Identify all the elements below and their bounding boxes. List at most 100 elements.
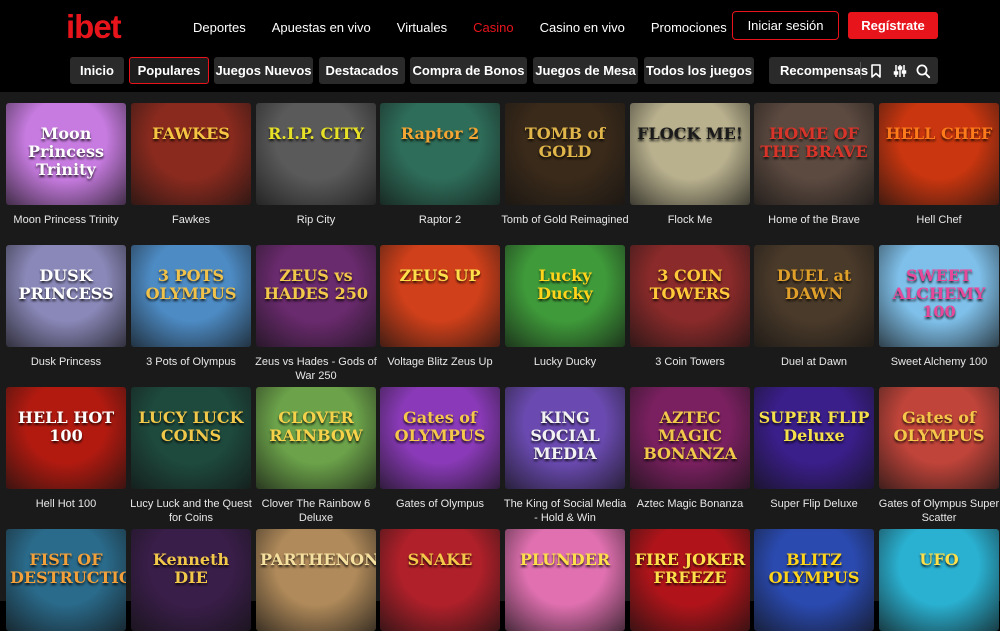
game-title[interactable]: Clover The Rainbow 6 Deluxe [252,497,380,525]
game-logo-text: Kenneth DIE [152,550,230,587]
game-logo-text: HELL CHEF [885,124,993,143]
filter-destacados[interactable]: Destacados [319,57,405,84]
game-title[interactable]: Sweet Alchemy 100 [875,355,1000,369]
game-logo-text: R.I.P. CITY [268,124,364,143]
game-title[interactable]: 3 Coin Towers [626,355,754,369]
game-thumbnail[interactable]: DUSK PRINCESS [6,245,126,347]
game-thumbnail[interactable]: UFO [879,529,999,631]
game-title[interactable]: Flock Me [626,213,754,227]
game-title[interactable]: Moon Princess Trinity [2,213,130,227]
game-title[interactable]: 3 Pots of Olympus [127,355,255,369]
filter-todos-los-juegos[interactable]: Todos los juegos [644,57,754,84]
game-thumbnail[interactable]: PARTHENON [256,529,376,631]
game-title[interactable]: Hell Hot 100 [2,497,130,511]
filter-compra-de-bonos[interactable]: Compra de Bonos [410,57,527,84]
game-logo-text: FIST OF DESTRUCTION [10,550,126,587]
game-logo-text: Gates of OLYMPUS [893,408,985,445]
nav-promociones[interactable]: Promociones [651,20,727,35]
game-title[interactable]: Home of the Brave [750,213,878,227]
game-title[interactable]: Zeus vs Hades - Gods of War 250 [252,355,380,383]
game-thumbnail[interactable]: HOME OF THE BRAVE [754,103,874,205]
game-logo-text: PARTHENON [260,550,376,569]
game-logo-text: Gates of OLYMPUS [394,408,486,445]
game-thumbnail[interactable]: SNAKE [380,529,500,631]
game-thumbnail[interactable]: Kenneth DIE [131,529,251,631]
game-logo-text: HOME OF THE BRAVE [760,124,868,161]
game-logo-text: AZTEC MAGIC BONANZA [643,408,737,463]
game-logo-text: BLITZ OLYMPUS [768,550,860,587]
game-thumbnail[interactable]: HELL CHEF [879,103,999,205]
game-thumbnail[interactable]: FIRE JOKER FREEZE [630,529,750,631]
game-thumbnail[interactable]: CLOVER RAINBOW [256,387,376,489]
register-button[interactable]: Regístrate [848,12,938,39]
login-button[interactable]: Iniciar sesión [732,11,839,40]
game-thumbnail[interactable]: AZTEC MAGIC BONANZA [630,387,750,489]
game-logo-text: FAWKES [152,124,230,143]
game-thumbnail[interactable]: R.I.P. CITY [256,103,376,205]
rewards-link[interactable]: Recompensas [780,57,868,84]
game-title[interactable]: Lucy Luck and the Quest for Coins [127,497,255,525]
game-logo-text: Lucky Ducky [537,266,593,303]
game-logo-text: SUPER FLIP Deluxe [758,408,870,445]
game-title[interactable]: Raptor 2 [376,213,504,227]
filter-populares[interactable]: Populares [129,57,209,84]
nav-casino-en-vivo[interactable]: Casino en vivo [540,20,625,35]
nav-deportes[interactable]: Deportes [193,20,246,35]
game-title[interactable]: Duel at Dawn [750,355,878,369]
game-thumbnail[interactable]: Moon Princess Trinity [6,103,126,205]
game-logo-text: KING SOCIAL MEDIA [530,408,600,463]
game-title[interactable]: Dusk Princess [2,355,130,369]
game-title[interactable]: Super Flip Deluxe [750,497,878,511]
game-thumbnail[interactable]: TOMB of GOLD [505,103,625,205]
game-thumbnail[interactable]: SUPER FLIP Deluxe [754,387,874,489]
game-thumbnail[interactable]: 3 COIN TOWERS [630,245,750,347]
bookmark-icon[interactable] [868,63,884,79]
game-thumbnail[interactable]: ZEUS UP [380,245,500,347]
game-thumbnail[interactable]: 3 POTS OLYMPUS [131,245,251,347]
game-title[interactable]: Hell Chef [875,213,1000,227]
game-title[interactable]: Tomb of Gold Reimagined [501,213,629,227]
ibet-logo[interactable]: ibet [66,8,122,46]
game-thumbnail[interactable]: Gates of OLYMPUS [879,387,999,489]
game-title[interactable]: The King of Social Media - Hold & Win [501,497,629,525]
game-logo-text: FIRE JOKER FREEZE [634,550,746,587]
game-thumbnail[interactable]: SWEET ALCHEMY 100 [879,245,999,347]
game-logo-text: TOMB of GOLD [524,124,606,161]
game-logo-text: ZEUS vs HADES 250 [263,266,369,303]
game-logo-text: PLUNDER [519,550,611,569]
game-logo-text: HELL HOT 100 [17,408,115,445]
sliders-icon[interactable] [892,63,908,79]
game-thumbnail[interactable]: ZEUS vs HADES 250 [256,245,376,347]
game-thumbnail[interactable]: Raptor 2 [380,103,500,205]
game-thumbnail[interactable]: PLUNDER [505,529,625,631]
game-logo-text: Raptor 2 [400,124,480,143]
game-thumbnail[interactable]: LUCY LUCK COINS [131,387,251,489]
game-thumbnail[interactable]: FLOCK ME! [630,103,750,205]
game-thumbnail[interactable]: Gates of OLYMPUS [380,387,500,489]
filter-inicio[interactable]: Inicio [70,57,124,84]
nav-casino[interactable]: Casino [473,20,513,35]
game-title[interactable]: Rip City [252,213,380,227]
search-icon[interactable] [915,63,931,79]
game-logo-text: UFO [919,550,959,569]
filter-juegos-de-mesa[interactable]: Juegos de Mesa [533,57,638,84]
game-thumbnail[interactable]: FAWKES [131,103,251,205]
game-title[interactable]: Gates of Olympus Super Scatter [875,497,1000,525]
nav-virtuales[interactable]: Virtuales [397,20,447,35]
filter-juegos-nuevos[interactable]: Juegos Nuevos [214,57,313,84]
nav-apuestas-en-vivo[interactable]: Apuestas en vivo [272,20,371,35]
game-thumbnail[interactable]: KING SOCIAL MEDIA [505,387,625,489]
game-logo-text: 3 COIN TOWERS [649,266,731,303]
game-title[interactable]: Lucky Ducky [501,355,629,369]
game-title[interactable]: Gates of Olympus [376,497,504,511]
game-thumbnail[interactable]: BLITZ OLYMPUS [754,529,874,631]
game-thumbnail[interactable]: DUEL at DAWN [754,245,874,347]
game-title[interactable]: Fawkes [127,213,255,227]
game-logo-text: CLOVER RAINBOW [269,408,363,445]
game-title[interactable]: Aztec Magic Bonanza [626,497,754,511]
game-title[interactable]: Voltage Blitz Zeus Up [376,355,504,369]
game-thumbnail[interactable]: Lucky Ducky [505,245,625,347]
game-logo-text: FLOCK ME! [637,124,743,143]
game-thumbnail[interactable]: HELL HOT 100 [6,387,126,489]
game-thumbnail[interactable]: FIST OF DESTRUCTION [6,529,126,631]
